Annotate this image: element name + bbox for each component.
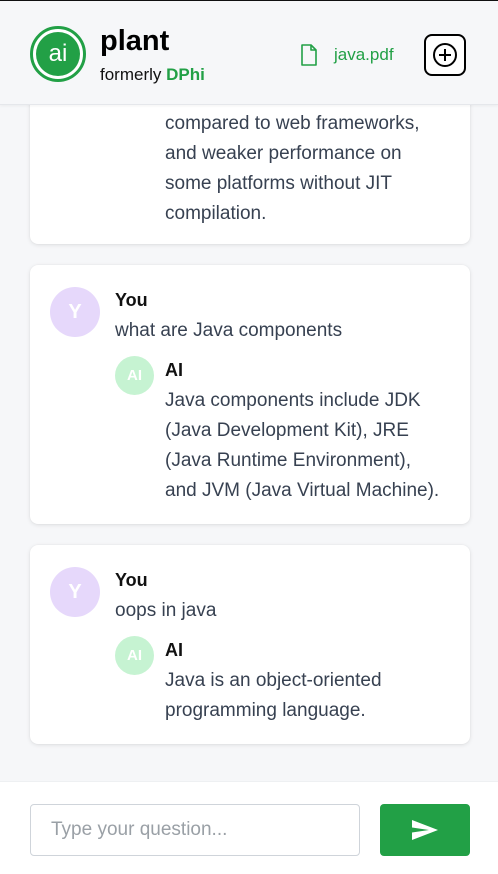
user-avatar: Y (50, 287, 100, 337)
ai-answer: compared to web frameworks, and weaker p… (165, 109, 420, 229)
ai-answer: Java is an object-oriented programming l… (165, 666, 382, 726)
new-chat-button[interactable] (424, 34, 466, 76)
send-button[interactable] (380, 804, 470, 856)
user-question: oops in java (115, 600, 217, 621)
file-icon (301, 44, 317, 66)
question-bar (0, 781, 498, 874)
chat-card: compared to web frameworks, and weaker p… (30, 105, 470, 244)
user-avatar: Y (50, 567, 100, 617)
chat-card: Y You oops in java AI AI Java is an obje… (30, 545, 470, 744)
logo-text: ai (36, 32, 80, 76)
ai-answer-line: (Java Development Kit), JRE (165, 420, 409, 441)
ai-name: AI (165, 640, 183, 660)
ai-answer-line: compared to web frameworks, (165, 113, 420, 134)
uploaded-file-name[interactable]: java.pdf (334, 45, 394, 65)
send-icon (412, 820, 438, 840)
ai-answer-line: Java components include JDK (165, 390, 421, 411)
ai-avatar: AI (115, 636, 154, 675)
ai-answer-line: (Java Runtime Environment), (165, 450, 412, 471)
chat-card: Y You what are Java components AI AI Jav… (30, 265, 470, 524)
ai-answer-line: Java is an object-oriented (165, 670, 382, 691)
ai-answer: Java components include JDK (Java Develo… (165, 386, 439, 506)
ai-name: AI (165, 360, 183, 380)
ai-answer-line: programming language. (165, 700, 366, 721)
brand-logo[interactable]: ai (30, 26, 86, 82)
brand-subtitle-prefix: formerly (100, 65, 162, 84)
ai-answer-line: and weaker performance on (165, 143, 402, 164)
ai-answer-line: compilation. (165, 203, 267, 224)
ai-answer-line: some platforms without JIT (165, 173, 393, 194)
user-question: what are Java components (115, 320, 343, 341)
app-header: ai plant formerly DPhi java.pdf (0, 1, 498, 105)
brand-subtitle: formerly DPhi (100, 65, 205, 85)
ai-answer-line: and JVM (Java Virtual Machine). (165, 480, 440, 501)
question-input[interactable] (30, 804, 360, 856)
user-name: You (115, 290, 148, 310)
user-name: You (115, 570, 148, 590)
chat-history[interactable]: compared to web frameworks, and weaker p… (0, 105, 498, 781)
plus-circle-icon (433, 43, 457, 67)
ai-avatar: AI (115, 356, 154, 395)
brand-subtitle-accent: DPhi (166, 65, 205, 84)
brand-title: plant (100, 25, 170, 57)
